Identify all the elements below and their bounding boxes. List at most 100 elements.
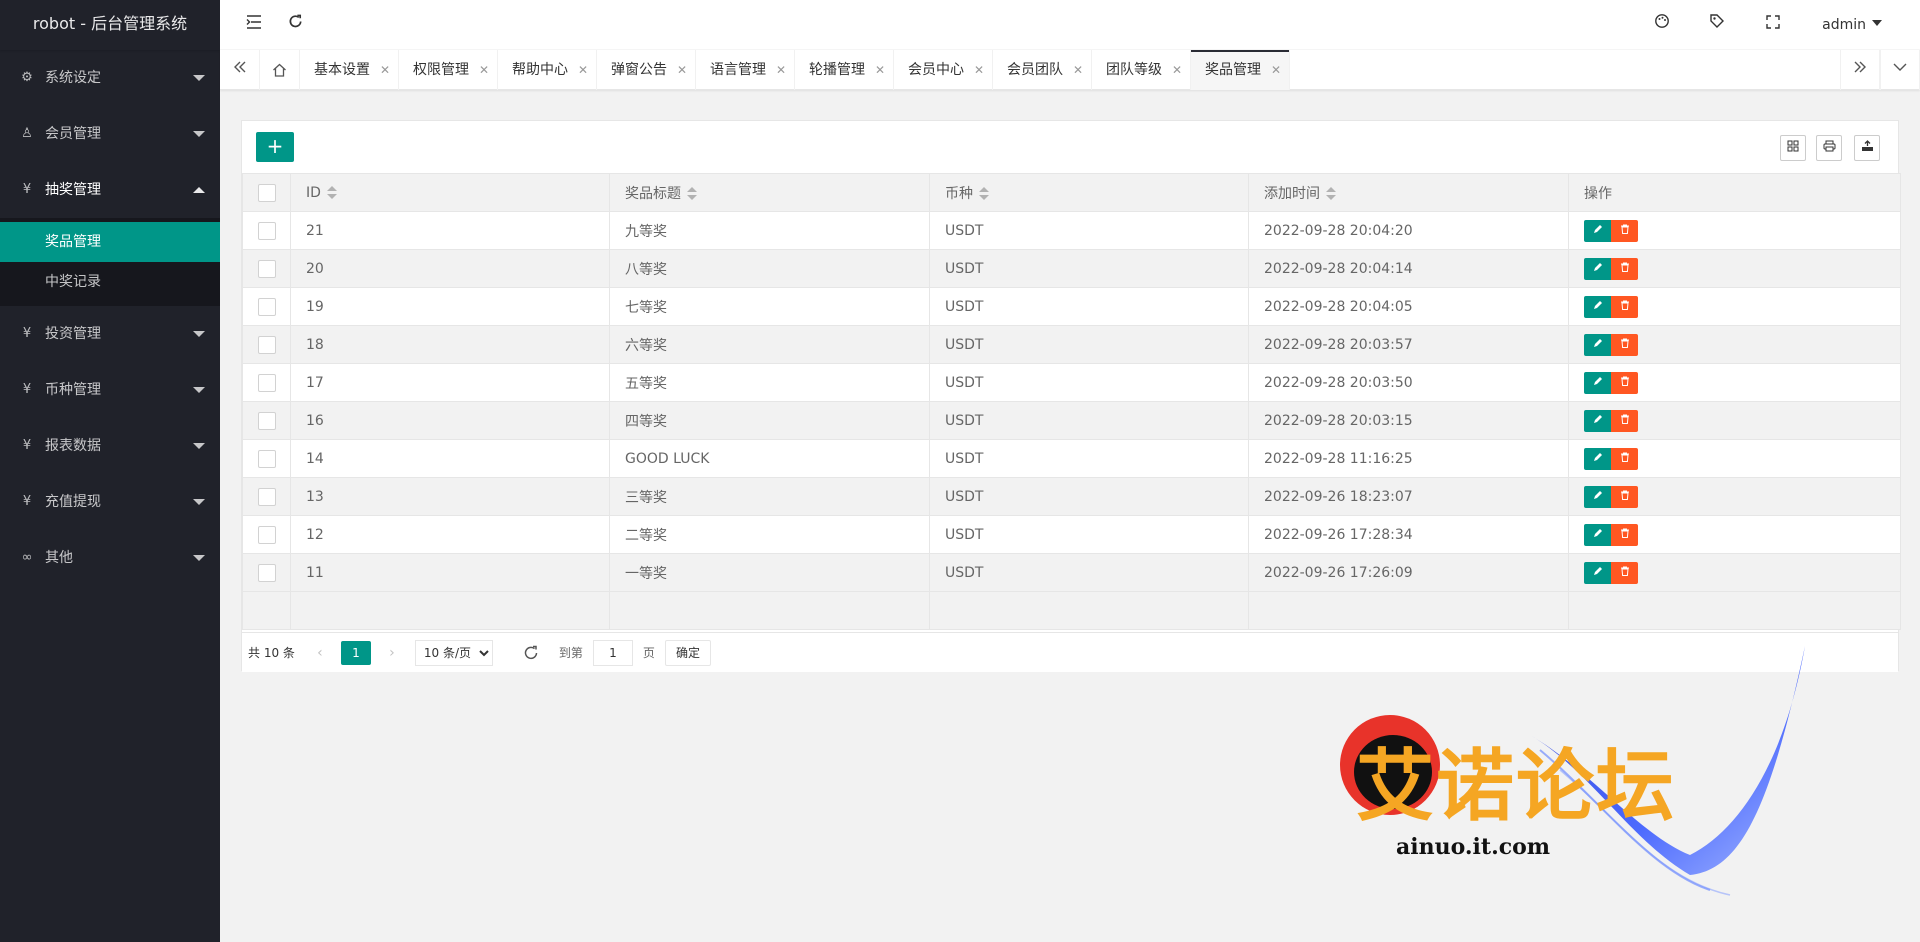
tab[interactable]: 会员团队 ✕ bbox=[993, 50, 1092, 90]
actions-cell bbox=[1568, 439, 1901, 478]
tab[interactable]: 弹窗公告 ✕ bbox=[597, 50, 696, 90]
col-time-header[interactable]: 添加时间 bbox=[1248, 173, 1569, 212]
delete-icon[interactable] bbox=[1611, 371, 1638, 394]
edit-icon[interactable] bbox=[1584, 257, 1611, 280]
tab[interactable]: 奖品管理 ✕ bbox=[1191, 50, 1290, 90]
sidebar-subitem[interactable]: 中奖记录 bbox=[0, 262, 220, 302]
close-icon[interactable]: ✕ bbox=[578, 50, 588, 90]
sidebar-item[interactable]: ♙ 会员管理 bbox=[0, 106, 220, 162]
sidebar-item[interactable]: ¥ 投资管理 bbox=[0, 306, 220, 362]
edit-icon[interactable] bbox=[1584, 295, 1611, 318]
row-checkbox[interactable] bbox=[258, 221, 276, 240]
tab-label: 帮助中心 bbox=[512, 62, 568, 78]
tab[interactable]: 基本设置 ✕ bbox=[300, 50, 399, 90]
tabs-scroll-left-icon[interactable] bbox=[220, 50, 260, 90]
row-checkbox[interactable] bbox=[258, 525, 276, 544]
row-checkbox[interactable] bbox=[258, 373, 276, 392]
prize-table-card: + ID 奖品标题 币种 添加时间 操作 21 九等奖 USDT 2022-09-28… bbox=[241, 120, 1901, 672]
pager-goto-input[interactable] bbox=[592, 639, 633, 666]
theme-icon[interactable] bbox=[1642, 0, 1682, 50]
close-icon[interactable]: ✕ bbox=[776, 50, 786, 90]
delete-icon[interactable] bbox=[1611, 485, 1638, 508]
delete-icon[interactable] bbox=[1611, 561, 1638, 584]
close-icon[interactable]: ✕ bbox=[1172, 50, 1182, 90]
row-checkbox[interactable] bbox=[258, 259, 276, 278]
select-all-checkbox[interactable] bbox=[258, 183, 276, 202]
print-icon[interactable] bbox=[1816, 135, 1842, 161]
sidebar-item[interactable]: ¥ 币种管理 bbox=[0, 362, 220, 418]
tab-home[interactable] bbox=[260, 50, 300, 90]
delete-icon[interactable] bbox=[1611, 447, 1638, 470]
tab[interactable]: 权限管理 ✕ bbox=[399, 50, 498, 90]
sidebar-item-label: 充值提现 bbox=[45, 494, 101, 510]
tab[interactable]: 会员中心 ✕ bbox=[894, 50, 993, 90]
sidebar-subitem[interactable]: 奖品管理 bbox=[0, 222, 220, 262]
edit-icon[interactable] bbox=[1584, 523, 1611, 546]
pager-refresh-icon[interactable] bbox=[523, 642, 539, 663]
fullscreen-icon[interactable] bbox=[1753, 0, 1793, 50]
tabs-menu-chevron-down-icon[interactable] bbox=[1880, 50, 1920, 90]
row-checkbox[interactable] bbox=[258, 487, 276, 506]
tab[interactable]: 团队等级 ✕ bbox=[1092, 50, 1191, 90]
edit-icon[interactable] bbox=[1584, 219, 1611, 242]
delete-icon[interactable] bbox=[1611, 523, 1638, 546]
sidebar-item[interactable]: ¥ 充值提现 bbox=[0, 474, 220, 530]
refresh-icon[interactable] bbox=[275, 0, 315, 50]
edit-icon[interactable] bbox=[1584, 447, 1611, 470]
table-row: 14 GOOD LUCK USDT 2022-09-28 11:16:25 bbox=[242, 439, 1901, 478]
row-checkbox[interactable] bbox=[258, 449, 276, 468]
row-checkbox[interactable] bbox=[258, 563, 276, 582]
delete-icon[interactable] bbox=[1611, 257, 1638, 280]
close-icon[interactable]: ✕ bbox=[380, 50, 390, 90]
time-cell: 2022-09-28 20:03:57 bbox=[1248, 325, 1569, 364]
tag-icon[interactable] bbox=[1697, 0, 1737, 50]
page-size-select[interactable]: 10 条/页20 条/页30 条/页40 条/页50 条/页 bbox=[414, 639, 493, 666]
tab[interactable]: 语言管理 ✕ bbox=[696, 50, 795, 90]
row-checkbox[interactable] bbox=[258, 411, 276, 430]
tabs-scroll-right-icon[interactable] bbox=[1840, 50, 1880, 90]
tab[interactable]: 帮助中心 ✕ bbox=[498, 50, 597, 90]
delete-icon[interactable] bbox=[1611, 333, 1638, 356]
sort-icon[interactable] bbox=[1326, 186, 1336, 201]
close-icon[interactable]: ✕ bbox=[479, 50, 489, 90]
edit-icon[interactable] bbox=[1584, 485, 1611, 508]
sidebar-item[interactable]: ∞ 其他 bbox=[0, 530, 220, 586]
export-icon[interactable] bbox=[1854, 135, 1880, 161]
sort-icon[interactable] bbox=[687, 186, 697, 201]
sort-icon[interactable] bbox=[326, 185, 337, 200]
pager-current-page[interactable]: 1 bbox=[340, 640, 371, 665]
pager-next-icon[interactable]: › bbox=[381, 645, 403, 661]
col-id-header[interactable]: ID bbox=[290, 173, 610, 212]
edit-icon[interactable] bbox=[1584, 561, 1611, 584]
pager-confirm-button[interactable]: 确定 bbox=[664, 639, 711, 666]
sidebar-item[interactable]: ¥ 抽奖管理 bbox=[0, 162, 220, 218]
empty-cell bbox=[1248, 591, 1569, 630]
close-icon[interactable]: ✕ bbox=[677, 50, 687, 90]
edit-icon[interactable] bbox=[1584, 409, 1611, 432]
close-icon[interactable]: ✕ bbox=[1073, 50, 1083, 90]
col-coin-header[interactable]: 币种 bbox=[929, 173, 1249, 212]
delete-icon[interactable] bbox=[1611, 409, 1638, 432]
pager-prev-icon[interactable]: ‹ bbox=[309, 645, 331, 661]
select-cell bbox=[242, 477, 291, 516]
sort-icon[interactable] bbox=[979, 186, 989, 201]
sidebar-item[interactable]: ¥ 报表数据 bbox=[0, 418, 220, 474]
edit-icon[interactable] bbox=[1584, 333, 1611, 356]
row-checkbox[interactable] bbox=[258, 297, 276, 316]
close-icon[interactable]: ✕ bbox=[875, 50, 885, 90]
close-icon[interactable]: ✕ bbox=[974, 50, 984, 90]
delete-icon[interactable] bbox=[1611, 295, 1638, 318]
delete-icon[interactable] bbox=[1611, 219, 1638, 242]
sidebar-item[interactable]: ⚙ 系统设定 bbox=[0, 50, 220, 106]
close-icon[interactable]: ✕ bbox=[1271, 50, 1281, 90]
col-title-header[interactable]: 奖品标题 bbox=[609, 173, 930, 212]
table-row: 12 二等奖 USDT 2022-09-26 17:28:34 bbox=[242, 515, 1901, 554]
add-prize-button[interactable]: + bbox=[256, 132, 294, 162]
user-menu[interactable]: admin bbox=[1822, 0, 1882, 50]
menu-toggle-icon[interactable] bbox=[234, 0, 274, 50]
table-row: 21 九等奖 USDT 2022-09-28 20:04:20 bbox=[242, 211, 1901, 250]
edit-icon[interactable] bbox=[1584, 371, 1611, 394]
tab[interactable]: 轮播管理 ✕ bbox=[795, 50, 894, 90]
row-checkbox[interactable] bbox=[258, 335, 276, 354]
columns-filter-icon[interactable] bbox=[1780, 135, 1806, 161]
